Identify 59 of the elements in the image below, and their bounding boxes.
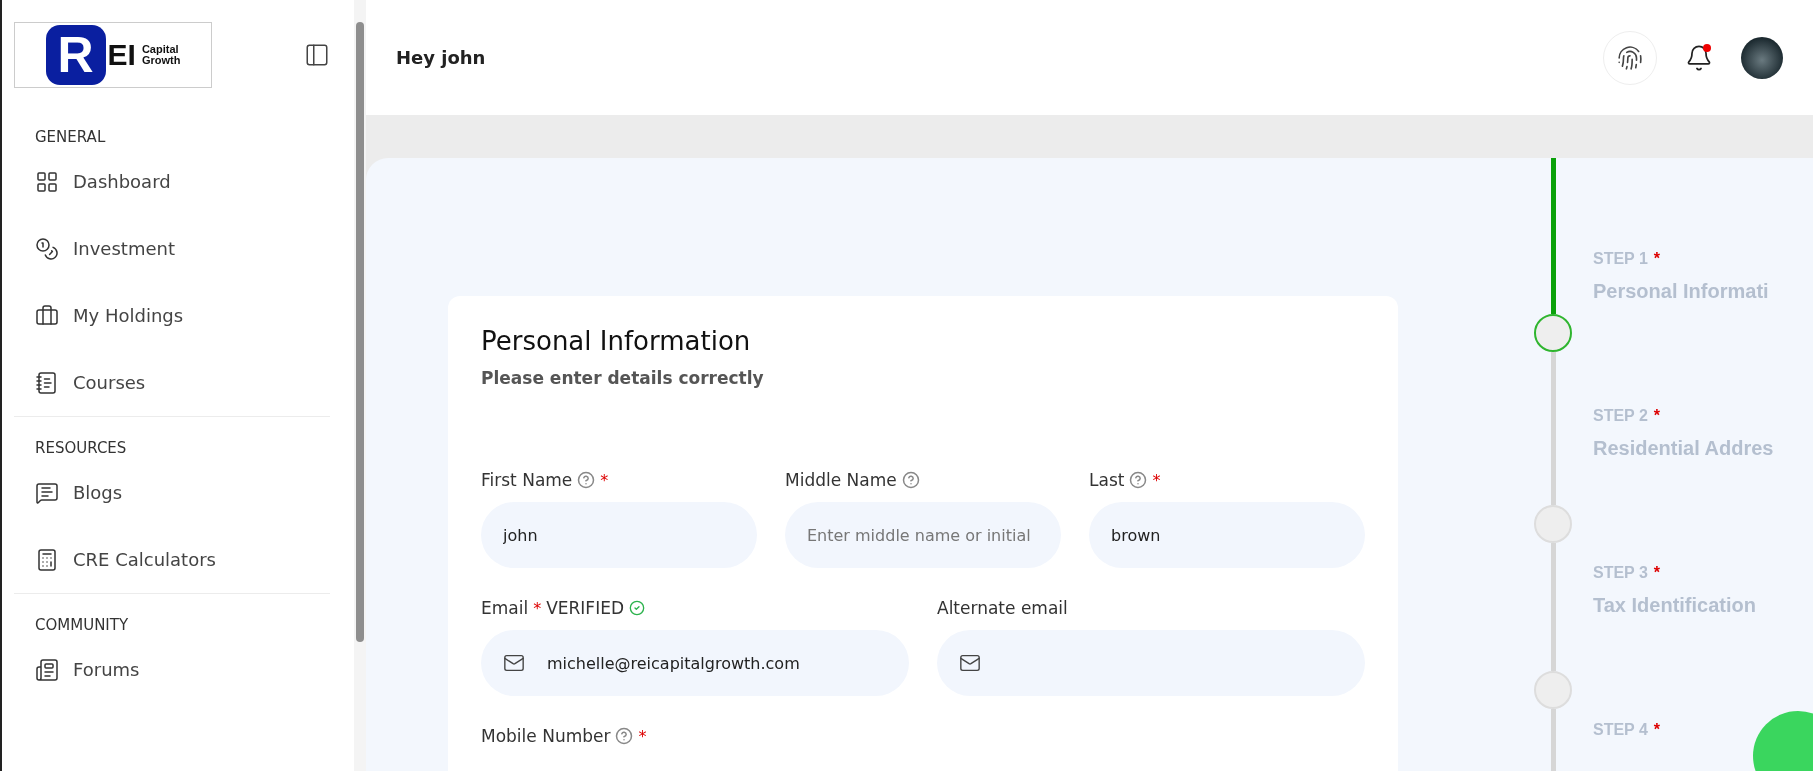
coins-icon [35,236,59,261]
step-title: Personal Informati [1593,280,1770,303]
nav-item[interactable]: Investment [35,215,330,282]
section-heading: RESOURCES [35,439,128,457]
step-title: Tax Identification [1593,594,1757,617]
step-number: STEP 1 [1593,250,1648,268]
field-label: Alternate email [937,598,1068,618]
field-label: First Name [481,470,573,490]
field-label: Middle Name [785,470,897,490]
field-label: Last [1089,470,1125,490]
message-icon [35,480,59,505]
required-mark: * [1653,721,1661,739]
nav-item[interactable]: Courses [35,349,330,416]
briefcase-icon [35,303,59,328]
verified-label: VERIFIED [546,598,624,618]
step-title: Residential Addres [1593,437,1774,460]
required-mark: * [1653,250,1661,268]
help-icon[interactable] [615,727,634,745]
required-mark: * [533,598,542,618]
avatar[interactable] [1741,36,1783,79]
required-mark: * [1653,564,1661,582]
step-number: STEP 4 [1593,721,1648,739]
input-field[interactable]: brown [1089,502,1365,568]
fingerprint-button[interactable] [1603,30,1657,85]
section-heading: GENERAL [35,128,107,146]
mail-icon [503,652,525,674]
required-mark: * [1152,470,1161,490]
input-field[interactable]: john [481,502,757,568]
grid-icon [35,169,59,194]
form-title: Personal Information [481,326,752,356]
fingerprint-icon [1617,44,1643,71]
newspaper-icon [35,657,59,682]
bell-icon [1685,43,1713,72]
section-heading: COMMUNITY [35,616,130,634]
nav-item[interactable]: Dashboard [35,148,330,215]
required-mark: * [638,726,647,746]
required-mark: * [1653,407,1661,425]
sidebar-toggle-icon[interactable] [304,42,330,68]
help-icon[interactable] [577,471,596,489]
nav-item[interactable]: CRE Calculators [35,526,330,593]
input-field[interactable]: Enter middle name or initial [785,502,1061,568]
nav-item[interactable]: My Holdings [35,282,330,349]
field-label: Email [481,598,529,618]
form-subtitle: Please enter details correctly [481,368,765,388]
mail-icon [959,652,981,674]
greeting: Hey john [396,47,486,68]
required-mark: * [600,470,609,490]
step-number: STEP 3 [1593,564,1648,582]
help-icon[interactable] [901,471,920,489]
help-icon[interactable] [1129,471,1148,489]
calculator-icon [35,547,59,572]
nav-item[interactable]: Forums [35,636,330,703]
notebook-icon [35,370,59,395]
input-field[interactable]: michelle@reicapitalgrowth.com [481,630,909,696]
nav-item[interactable]: Blogs [35,459,330,526]
step-number: STEP 2 [1593,407,1648,425]
check-icon [629,600,645,616]
field-label: Mobile Number [481,726,611,746]
scrollbar[interactable] [354,0,366,771]
